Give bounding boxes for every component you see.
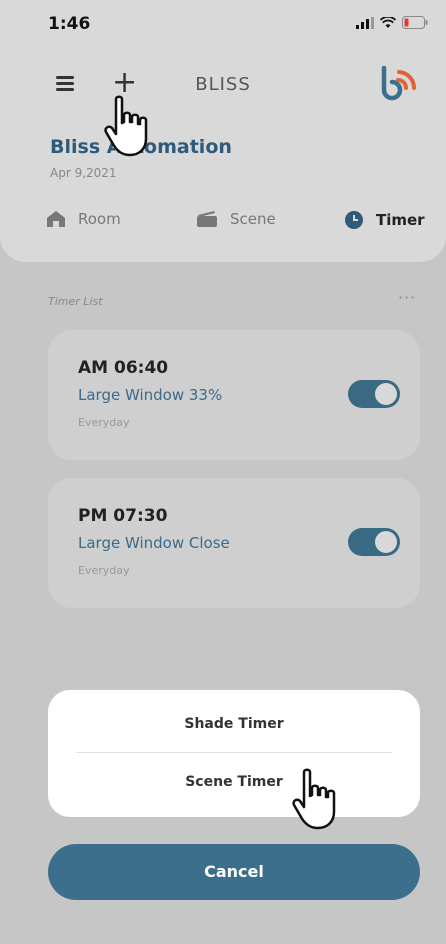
action-sheet: Shade Timer Scene Timer [48, 690, 420, 817]
status-bar: 1:46 [0, 0, 446, 48]
nav-room-label: Room [78, 210, 121, 228]
scene-icon [197, 211, 217, 227]
hand-pointer-icon [104, 95, 148, 157]
more-options-icon[interactable]: ··· [398, 288, 416, 307]
nav-scene-label: Scene [230, 210, 276, 228]
timer-time: PM 07:30 [78, 506, 168, 526]
signal-icon [356, 16, 374, 29]
battery-icon [402, 16, 428, 29]
app-screen: 1:46 + BLISS Bliss Automation Apr 9,2021… [0, 0, 446, 944]
timer-list-label: Timer List [48, 295, 103, 308]
wifi-icon [380, 16, 396, 28]
scene-timer-option[interactable]: Scene Timer [48, 774, 420, 790]
home-icon [47, 211, 65, 227]
timer-description: Large Window 33% [78, 386, 223, 404]
cancel-button[interactable]: Cancel [48, 844, 420, 900]
timer-time: AM 06:40 [78, 358, 169, 378]
timer-repeat: Everyday [78, 416, 130, 429]
timer-description: Large Window Close [78, 534, 230, 552]
clock-icon [345, 211, 363, 229]
nav-scene[interactable]: Scene [196, 210, 276, 228]
status-time: 1:46 [48, 14, 91, 34]
timer-toggle[interactable] [348, 380, 400, 408]
timer-repeat: Everyday [78, 564, 130, 577]
bliss-logo-icon [381, 66, 417, 101]
status-icons [356, 16, 428, 29]
timer-toggle[interactable] [348, 528, 400, 556]
nav-timer-label: Timer [376, 211, 425, 229]
timer-card[interactable]: PM 07:30 Large Window Close Everyday [48, 478, 420, 608]
timer-card[interactable]: AM 06:40 Large Window 33% Everyday [48, 330, 420, 460]
header-date: Apr 9,2021 [50, 166, 117, 180]
shade-timer-option[interactable]: Shade Timer [48, 716, 420, 732]
nav-room[interactable]: Room [46, 210, 121, 228]
sheet-divider [76, 752, 392, 753]
hand-pointer-icon [292, 768, 336, 830]
nav-timer[interactable]: Timer [344, 210, 425, 230]
